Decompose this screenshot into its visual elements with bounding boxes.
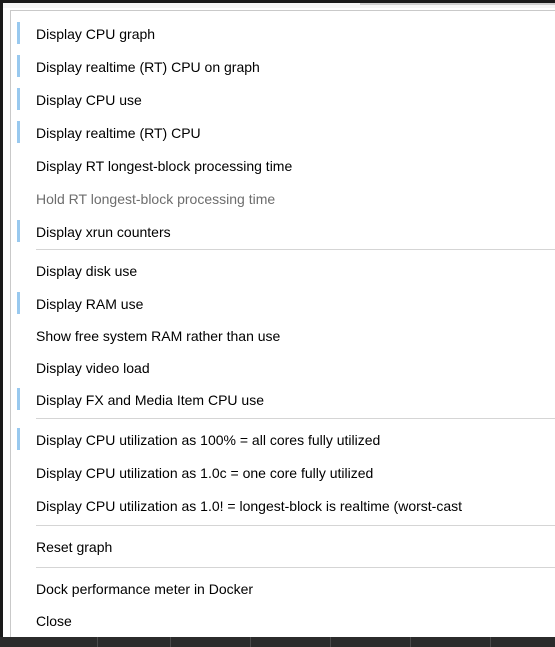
check-indicator xyxy=(17,428,20,450)
menu-item-display-fx-media-item-cpu[interactable]: Display FX and Media Item CPU use xyxy=(11,386,555,414)
menu-item-display-rt-cpu-on-graph[interactable]: Display realtime (RT) CPU on graph xyxy=(11,53,555,81)
strip-divider xyxy=(490,637,491,647)
menu-item-show-free-system-ram[interactable]: Show free system RAM rather than use xyxy=(11,322,555,350)
menu-item-label: Display RT longest-block processing time xyxy=(36,158,293,174)
screenshot: Display CPU graph Display realtime (RT) … xyxy=(0,0,555,647)
menu-item-cpu-util-1-0c[interactable]: Display CPU utilization as 1.0c = one co… xyxy=(11,459,555,487)
menu-item-label: Display FX and Media Item CPU use xyxy=(36,392,264,408)
menu-item-display-xrun-counters[interactable]: Display xrun counters xyxy=(11,218,555,246)
menu-item-label: Display CPU utilization as 100% = all co… xyxy=(36,432,381,448)
menu-item-dock-performance-meter[interactable]: Dock performance meter in Docker xyxy=(11,575,555,603)
strip-divider xyxy=(330,637,331,647)
menu-item-display-cpu-use[interactable]: Display CPU use xyxy=(11,86,555,114)
check-indicator xyxy=(17,292,20,314)
menu-item-label: Display CPU utilization as 1.0c = one co… xyxy=(36,465,374,481)
menu-item-display-ram-use[interactable]: Display RAM use xyxy=(11,290,555,318)
menu-separator xyxy=(36,249,555,250)
check-indicator xyxy=(17,22,20,44)
menu-item-display-rt-longest-block[interactable]: Display RT longest-block processing time xyxy=(11,152,555,180)
window-top-segment xyxy=(360,3,555,5)
menu-item-display-disk-use[interactable]: Display disk use xyxy=(11,257,555,285)
menu-item-label: Display CPU utilization as 1.0! = longes… xyxy=(36,498,462,514)
menu-separator xyxy=(36,418,555,419)
check-indicator xyxy=(17,220,20,242)
menu-item-label: Display video load xyxy=(36,360,150,376)
strip-divider xyxy=(250,637,251,647)
menu-item-label: Show free system RAM rather than use xyxy=(36,328,281,344)
check-indicator xyxy=(17,121,20,143)
menu-item-display-rt-cpu[interactable]: Display realtime (RT) CPU xyxy=(11,119,555,147)
menu-item-label: Display realtime (RT) CPU xyxy=(36,125,201,141)
menu-item-label: Hold RT longest-block processing time xyxy=(36,191,276,207)
menu-item-cpu-util-1-0-bang[interactable]: Display CPU utilization as 1.0! = longes… xyxy=(11,492,555,520)
menu-item-display-cpu-graph[interactable]: Display CPU graph xyxy=(11,20,555,48)
menu-item-label: Reset graph xyxy=(36,539,113,555)
menu-separator xyxy=(36,567,555,568)
menu-item-label: Display xrun counters xyxy=(36,224,171,240)
menu-item-display-video-load[interactable]: Display video load xyxy=(11,354,555,382)
window-border-left xyxy=(0,0,3,647)
menu-item-label: Display CPU graph xyxy=(36,26,156,42)
check-indicator xyxy=(17,55,20,77)
check-indicator xyxy=(17,388,20,410)
menu-item-label: Dock performance meter in Docker xyxy=(36,581,254,597)
check-indicator xyxy=(17,88,20,110)
context-menu: Display CPU graph Display realtime (RT) … xyxy=(10,10,555,638)
menu-item-cpu-util-100-percent[interactable]: Display CPU utilization as 100% = all co… xyxy=(11,426,555,454)
background-window-strip xyxy=(0,637,555,647)
strip-divider xyxy=(97,637,98,647)
menu-item-hold-rt-longest-block: Hold RT longest-block processing time xyxy=(11,185,555,213)
menu-item-label: Display CPU use xyxy=(36,92,142,108)
menu-item-label: Close xyxy=(36,613,72,629)
menu-item-label: Display disk use xyxy=(36,263,138,279)
menu-separator xyxy=(36,525,555,526)
menu-item-label: Display realtime (RT) CPU on graph xyxy=(36,59,260,75)
strip-divider xyxy=(410,637,411,647)
strip-divider xyxy=(170,637,171,647)
menu-item-reset-graph[interactable]: Reset graph xyxy=(11,533,555,561)
menu-item-label: Display RAM use xyxy=(36,296,144,312)
menu-item-close[interactable]: Close xyxy=(11,607,555,635)
